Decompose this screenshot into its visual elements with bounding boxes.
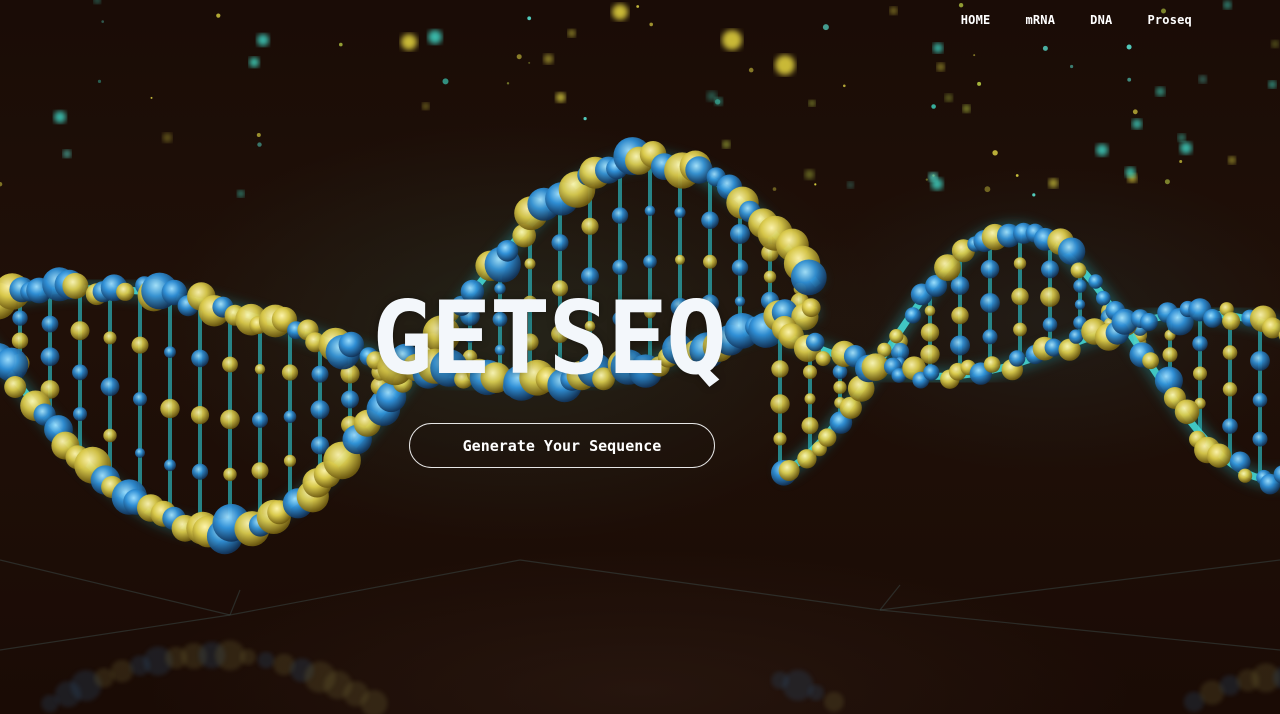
top-navigation: HOME mRNA DNA Proseq [926, 13, 1192, 27]
nav-link-dna[interactable]: DNA [1090, 13, 1112, 27]
nav-link-mrna[interactable]: mRNA [1025, 13, 1055, 27]
nav-link-proseq[interactable]: Proseq [1147, 13, 1192, 27]
nav-link-home[interactable]: HOME [961, 13, 991, 27]
hero-title: GETSEQ [372, 279, 727, 397]
hero-section: HOME mRNA DNA Proseq GETSEQ Generate You… [0, 0, 1280, 714]
generate-sequence-button[interactable]: Generate Your Sequence [409, 423, 715, 468]
